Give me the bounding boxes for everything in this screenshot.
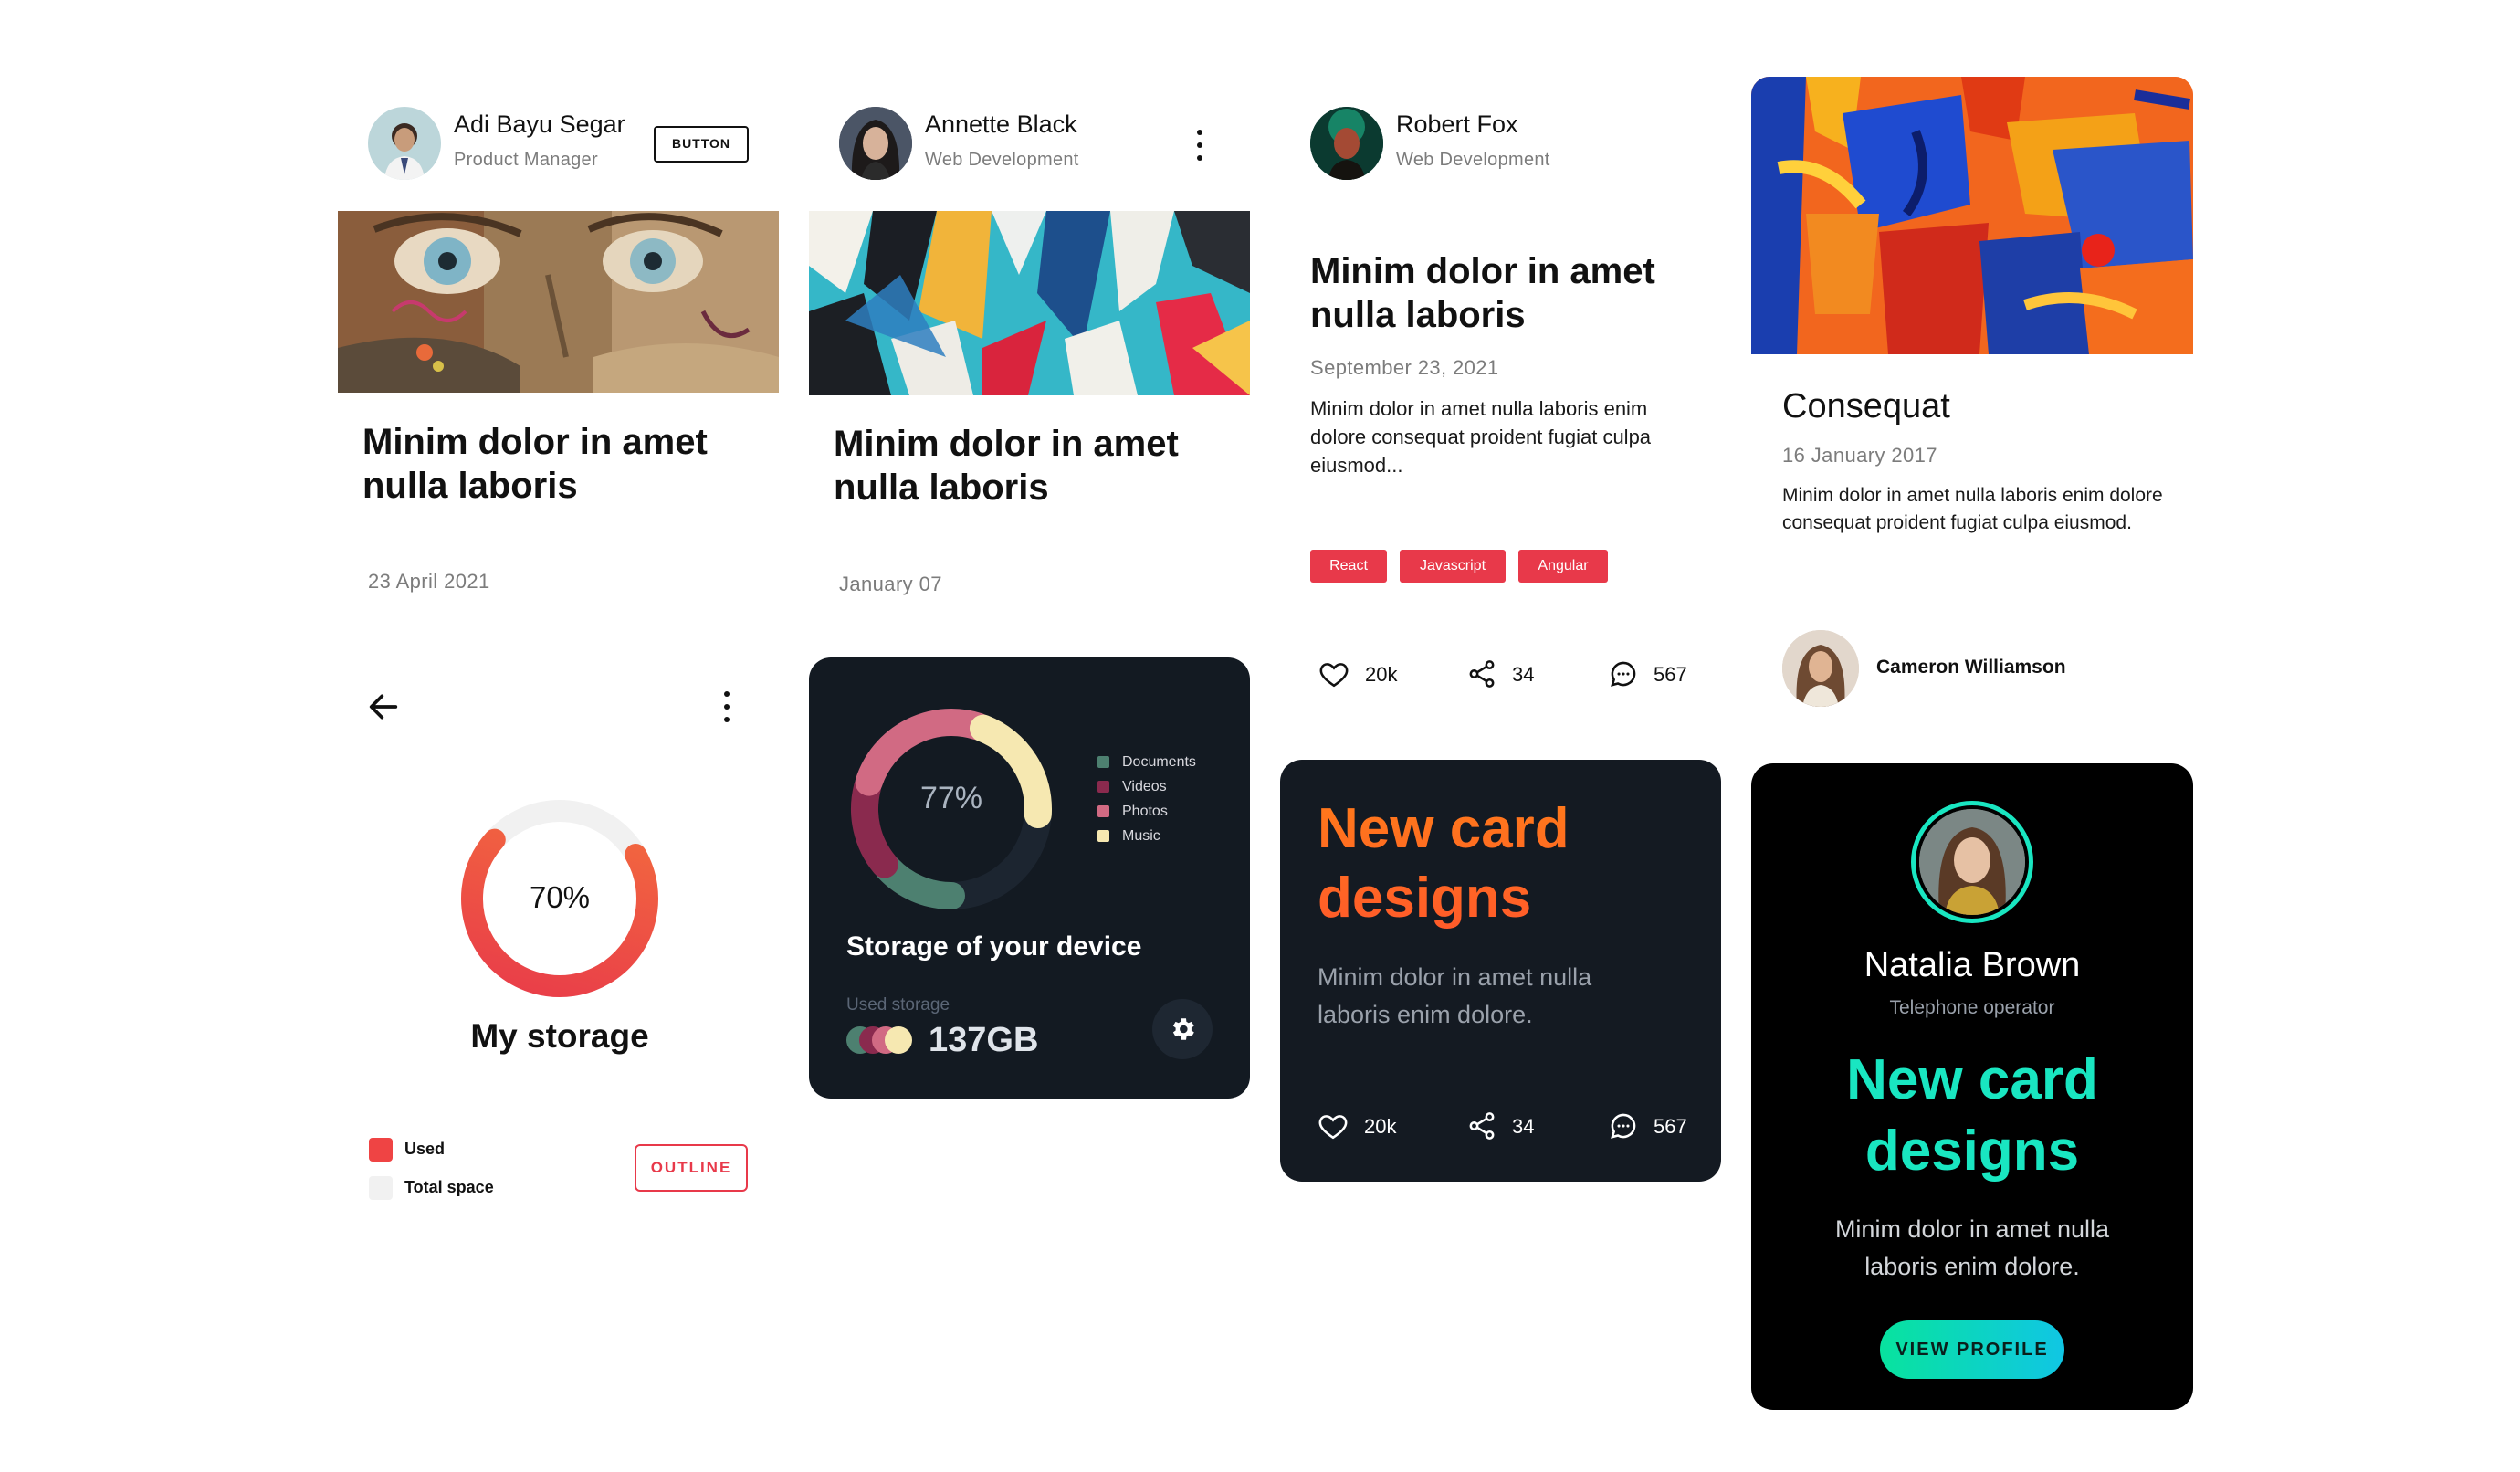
person-icon: [1919, 809, 2025, 915]
card-title: Consequat: [1782, 387, 1950, 426]
legend-used-swatch: [369, 1138, 393, 1162]
tag-angular[interactable]: Angular: [1518, 550, 1608, 583]
storage-title: Storage of your device: [846, 931, 1142, 962]
storage-title: My storage: [470, 1017, 649, 1055]
profile-headline: New card designs: [1846, 1048, 2098, 1183]
card-date: 16 January 2017: [1782, 444, 1937, 467]
heart-icon[interactable]: [1318, 1110, 1349, 1141]
legend-total-swatch: [369, 1176, 393, 1200]
storage-card-dark: 77% Documents Videos Photos Music Storag…: [809, 657, 1250, 1099]
back-arrow-icon[interactable]: [365, 689, 402, 725]
author-name: Adi Bayu Segar: [454, 110, 625, 138]
more-options-icon[interactable]: [718, 691, 736, 722]
profile-name: Natalia Brown: [1864, 946, 2081, 984]
used-storage-value: 137GB: [929, 1021, 1039, 1059]
new-card-dark: New card designs Minim dolor in amet nul…: [1280, 760, 1721, 1182]
legend-music-swatch: [1097, 830, 1109, 842]
tag-react[interactable]: React: [1310, 550, 1387, 583]
card-excerpt: Minim dolor in amet nulla laboris enim d…: [1782, 485, 2163, 533]
card-headline: New card designs: [1318, 794, 1610, 933]
shares-count: 34: [1512, 663, 1535, 686]
author-name: Annette Black: [925, 110, 1077, 138]
button[interactable]: BUTTON: [654, 126, 749, 163]
legend-total-label: Total space: [404, 1178, 494, 1196]
author-role: Web Development: [1396, 150, 1550, 170]
likes-count: 20k: [1364, 1115, 1397, 1138]
card-excerpt: Minim dolor in amet nulla laboris enim d…: [1310, 397, 1652, 477]
card-title: Minim dolor in amet nulla laboris: [834, 424, 1179, 508]
shares-count: 34: [1512, 1115, 1535, 1138]
legend-photos-swatch: [1097, 805, 1109, 817]
card-date: January 07: [839, 573, 942, 595]
legend-used-label: Used: [404, 1140, 446, 1158]
avatar[interactable]: [368, 107, 441, 180]
author-role: Product Manager: [454, 150, 598, 170]
person-icon: [1782, 630, 1859, 707]
legend-videos-swatch: [1097, 781, 1109, 793]
heart-icon[interactable]: [1318, 658, 1349, 689]
card-image-abstract-mural: [809, 211, 1250, 395]
person-icon: [1310, 107, 1383, 180]
profile-role: Telephone operator: [1889, 997, 2055, 1018]
legend-documents-label: Documents: [1122, 754, 1196, 770]
avatar[interactable]: [1310, 107, 1383, 180]
outline-button[interactable]: OUTLINE: [635, 1144, 748, 1192]
card-body: Minim dolor in amet nulla laboris enim d…: [1318, 963, 1592, 1028]
avatar[interactable]: [1919, 809, 2025, 915]
legend-photos-label: Photos: [1122, 804, 1168, 819]
card-date: 23 April 2021: [368, 570, 490, 593]
storage-percent: 70%: [529, 880, 591, 914]
gear-icon: [1172, 1018, 1194, 1040]
avatar-ring: [1911, 801, 2033, 923]
author-name: Cameron Williamson: [1876, 657, 2066, 678]
share-icon[interactable]: [1466, 658, 1497, 689]
avatar[interactable]: [839, 107, 912, 180]
card-date: September 23, 2021: [1310, 356, 1499, 379]
profile-body: Minim dolor in amet nulla laboris enim d…: [1834, 1215, 2110, 1280]
legend-music-label: Music: [1122, 828, 1160, 844]
likes-count: 20k: [1365, 663, 1398, 686]
share-icon[interactable]: [1466, 1110, 1497, 1141]
comments-count: 567: [1654, 663, 1687, 686]
author-name: Robert Fox: [1396, 110, 1518, 138]
more-options-icon[interactable]: [1191, 130, 1209, 161]
author-role: Web Development: [925, 150, 1079, 170]
avatar[interactable]: [1782, 630, 1859, 707]
card-title: Minim dolor in amet nulla laboris: [1310, 251, 1655, 335]
storage-type-dots: [846, 1025, 919, 1056]
card-image-face-mural: [338, 211, 779, 393]
person-icon: [839, 107, 912, 180]
legend-documents-swatch: [1097, 756, 1109, 768]
card-image-abstract-painting: [1751, 77, 2193, 354]
comments-count: 567: [1654, 1115, 1687, 1138]
view-profile-button[interactable]: VIEW PROFILE: [1880, 1320, 2064, 1379]
profile-card: Natalia Brown Telephone operator New car…: [1751, 763, 2193, 1410]
used-storage-label: Used storage: [846, 995, 950, 1015]
storage-percent: 77%: [919, 781, 983, 815]
person-icon: [384, 123, 425, 180]
card-title: Minim dolor in amet nulla laboris: [362, 422, 708, 506]
tag-javascript[interactable]: Javascript: [1400, 550, 1506, 583]
comment-icon[interactable]: [1608, 658, 1639, 689]
comment-icon[interactable]: [1608, 1110, 1639, 1141]
legend-videos-label: Videos: [1122, 779, 1167, 794]
settings-button[interactable]: [1152, 999, 1213, 1059]
